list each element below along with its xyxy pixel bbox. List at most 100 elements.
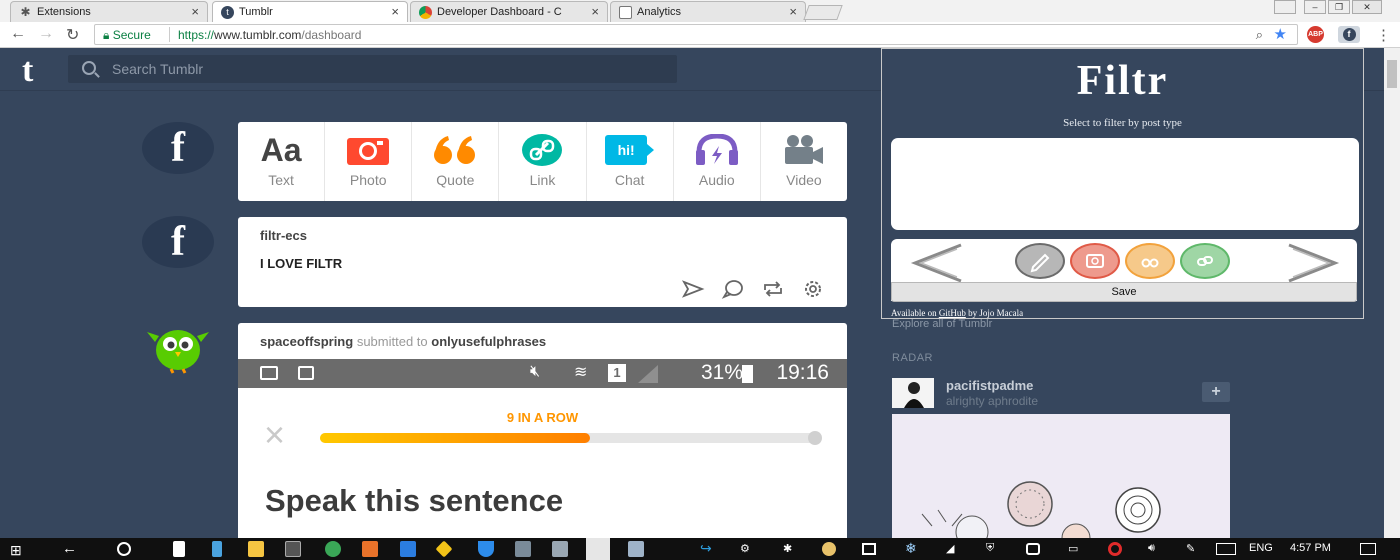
post-type-audio[interactable]: Audio xyxy=(674,122,761,201)
network-icon[interactable]: ◢ xyxy=(946,542,954,555)
follow-button[interactable]: + xyxy=(1202,382,1230,402)
close-tab-icon[interactable]: × xyxy=(789,4,797,19)
explore-link[interactable]: Explore all of Tumblr xyxy=(892,318,992,330)
arrow-right-icon[interactable] xyxy=(1281,243,1341,287)
scrollbar-thumb[interactable] xyxy=(1387,60,1397,88)
restore-button[interactable]: ❐ xyxy=(1328,0,1350,14)
zoom-icon[interactable]: ⌕ xyxy=(1256,27,1263,43)
folder-icon[interactable] xyxy=(248,541,264,557)
profile-button[interactable] xyxy=(1274,0,1296,14)
keyboard-icon[interactable] xyxy=(1216,543,1236,555)
bluetooth-icon[interactable]: ✱ xyxy=(783,542,792,555)
minimize-button[interactable]: – xyxy=(1304,0,1326,14)
radar-heading: RADAR xyxy=(892,352,934,364)
post-target-blog[interactable]: onlyusefulphrases xyxy=(431,334,546,349)
tumblr-logo[interactable]: t xyxy=(22,52,33,90)
reblog-icon[interactable] xyxy=(761,279,785,299)
owl-avatar[interactable] xyxy=(145,322,211,374)
bookmark-star-icon[interactable]: ★ xyxy=(1274,25,1287,43)
display-icon[interactable] xyxy=(862,543,876,555)
camera-icon xyxy=(1086,254,1104,268)
post-username[interactable]: filtr-ecs xyxy=(260,228,307,243)
reload-icon[interactable]: ↻ xyxy=(66,25,79,45)
shield-tray-icon[interactable]: ⛨ xyxy=(986,542,994,555)
active-app-icon[interactable] xyxy=(586,538,610,560)
filter-photo-button[interactable] xyxy=(1070,243,1120,279)
app-icon[interactable] xyxy=(400,541,416,557)
new-tab-button[interactable] xyxy=(803,5,843,20)
avatar[interactable]: f xyxy=(142,122,214,174)
taskbar-clock[interactable]: 4:57 PM xyxy=(1290,542,1331,554)
app-icon[interactable] xyxy=(515,541,531,557)
snowflake-icon[interactable]: ❄ xyxy=(905,540,917,557)
language-indicator[interactable]: ENG xyxy=(1249,542,1273,554)
cortana-icon[interactable] xyxy=(117,542,131,556)
notifications-icon[interactable] xyxy=(1360,543,1376,555)
filter-selection-area[interactable] xyxy=(891,138,1359,230)
battery-tray-icon[interactable]: ▭ xyxy=(1068,542,1078,555)
post-type-link[interactable]: Link xyxy=(499,122,587,201)
post-type-text[interactable]: Aa Text xyxy=(238,122,326,201)
post-type-photo[interactable]: Photo xyxy=(325,122,413,201)
app-icon[interactable] xyxy=(628,541,644,557)
share-icon[interactable] xyxy=(681,279,705,299)
arrow-left-icon[interactable] xyxy=(909,243,969,287)
radar-username[interactable]: pacifistpadme xyxy=(946,378,1033,393)
tab-tumblr[interactable]: t Tumblr × xyxy=(212,1,408,22)
forward-icon[interactable]: → xyxy=(38,25,54,43)
post-username[interactable]: spaceoffspring xyxy=(260,334,353,349)
volume-icon[interactable]: 🔊︎ xyxy=(1148,542,1155,555)
pen-icon[interactable]: ✎ xyxy=(1186,542,1195,555)
camera-icon xyxy=(325,132,411,168)
app-icon[interactable] xyxy=(212,541,222,557)
filter-link-button[interactable] xyxy=(1180,243,1230,279)
chrome-icon[interactable] xyxy=(325,541,341,557)
url-text[interactable]: https://www.tumblr.com/dashboard xyxy=(178,28,361,42)
post-type-video[interactable]: Video xyxy=(761,122,847,201)
shield-icon[interactable] xyxy=(478,541,494,557)
post-type-quote[interactable]: Quote xyxy=(412,122,500,201)
app-tray-icon[interactable]: ↪ xyxy=(700,540,712,557)
app-tray-icon[interactable] xyxy=(822,542,836,556)
tab-extensions[interactable]: ✱ Extensions × xyxy=(10,1,208,22)
reply-icon[interactable] xyxy=(721,279,745,299)
radar-post-header: pacifistpadme alrighty aphrodite + xyxy=(882,374,1232,414)
back-icon[interactable]: ← xyxy=(62,540,77,557)
terminal-icon[interactable] xyxy=(285,541,301,557)
app-icon[interactable] xyxy=(435,540,453,558)
radar-avatar[interactable] xyxy=(892,378,934,408)
close-tab-icon[interactable]: × xyxy=(591,4,599,19)
close-tab-icon[interactable]: × xyxy=(191,4,199,19)
wifi-icon: ≋ xyxy=(574,364,588,381)
post-type-label: Video xyxy=(786,172,822,188)
chrome-menu-icon[interactable]: ⋮ xyxy=(1376,26,1391,44)
windows-start-icon[interactable]: ⊞ xyxy=(10,542,22,559)
post-type-chat[interactable]: hi! Chat xyxy=(587,122,674,201)
close-tab-icon[interactable]: × xyxy=(391,4,399,19)
secure-indicator[interactable]: 🔒︎ Secure xyxy=(103,28,151,43)
save-button[interactable]: Save xyxy=(891,282,1357,302)
back-icon[interactable]: ← xyxy=(10,25,26,43)
app-icon[interactable] xyxy=(552,541,568,557)
tab-developer-dashboard[interactable]: Developer Dashboard - C × xyxy=(410,1,608,22)
filter-quote-button[interactable] xyxy=(1125,243,1175,279)
github-link[interactable]: GitHub xyxy=(939,308,966,318)
adblock-plus-icon[interactable]: ABP xyxy=(1307,26,1324,43)
tab-analytics[interactable]: Analytics × xyxy=(610,1,806,22)
beats-icon[interactable] xyxy=(1108,542,1122,556)
search-input[interactable] xyxy=(112,59,652,79)
settings-tray-icon[interactable]: ⚙ xyxy=(740,542,750,555)
address-bar[interactable]: 🔒︎ Secure https://www.tumblr.com/dashboa… xyxy=(94,24,1298,45)
file-icon[interactable] xyxy=(173,541,185,557)
filtr-extension-icon[interactable]: f xyxy=(1338,26,1360,43)
app-icon[interactable] xyxy=(362,541,378,557)
progress-fill xyxy=(320,433,590,443)
search-bar[interactable] xyxy=(68,55,677,83)
avatar[interactable]: f xyxy=(142,216,214,268)
filter-text-button[interactable] xyxy=(1015,243,1065,279)
page-scrollbar[interactable] xyxy=(1384,48,1400,538)
gear-icon[interactable] xyxy=(801,279,825,299)
camera-tray-icon[interactable] xyxy=(1026,543,1040,555)
window-close-button[interactable]: ✕ xyxy=(1352,0,1382,14)
radar-image[interactable] xyxy=(892,414,1230,540)
